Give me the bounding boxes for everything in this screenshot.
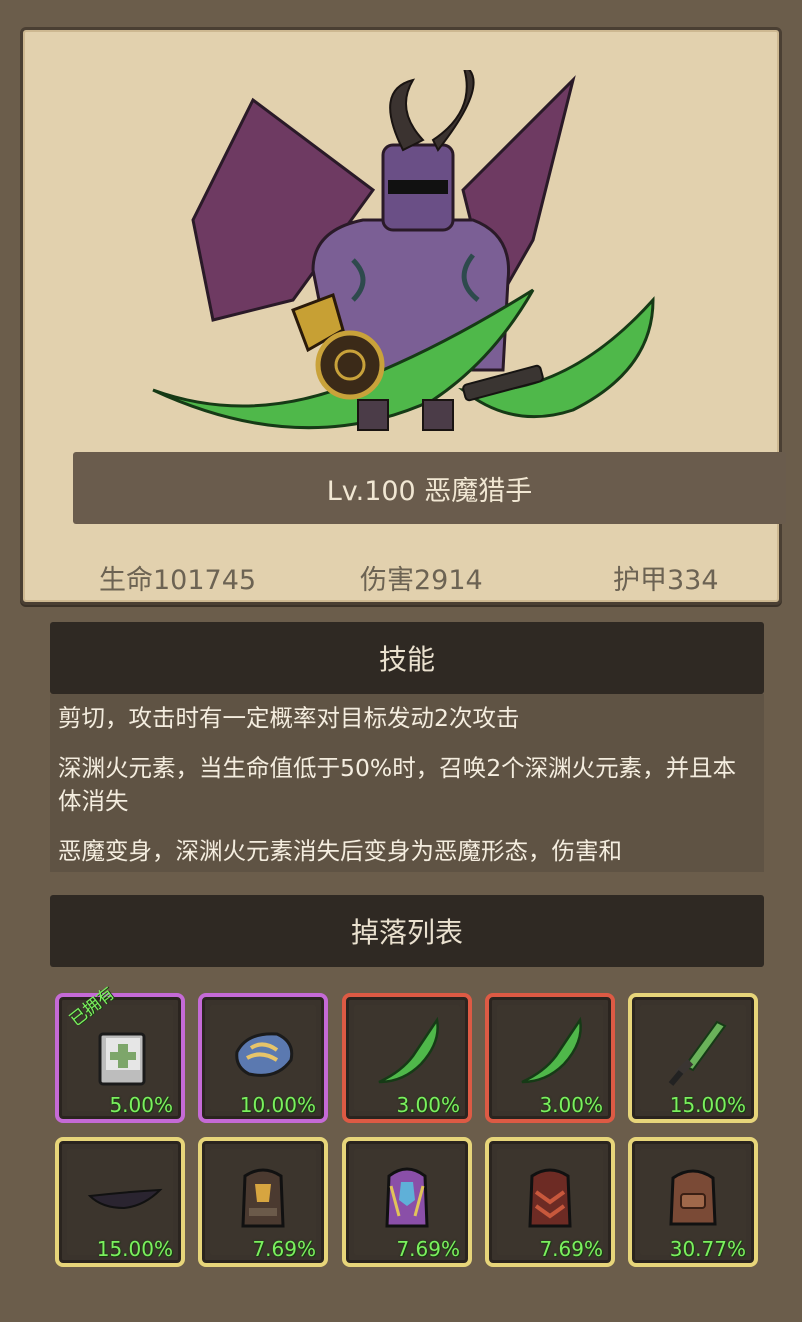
drop-slot[interactable]: 7.69% [485,1137,615,1267]
green-sword-icon [668,1020,727,1086]
skill-book-icon [98,1032,146,1086]
drop-slot[interactable]: 15.00% [628,993,758,1123]
bronze-armor-icon [241,1168,285,1228]
demon-hunter-portrait [152,70,655,431]
warglaive-icon [521,1016,582,1084]
leather-armor-icon [669,1169,717,1226]
dark-blade-icon [87,1188,163,1210]
drop-chance: 7.69% [252,1237,316,1261]
red-armor-icon [528,1168,572,1228]
boss-card: Lv.100 恶魔猎手 生命101745 伤害2914 护甲334 [20,27,786,605]
stat-armor: 护甲334 [613,565,719,596]
boss-name-bar: Lv.100 恶魔猎手 [73,452,786,524]
skills-title: 技能 [378,643,435,676]
rune-stone-icon [235,1032,294,1077]
drop-chance: 15.00% [669,1093,746,1117]
boss-name: Lv.100 恶魔猎手 [326,475,533,507]
drop-grid: 已拥有 5.00% 10.00% 3.00% 3.00% 15.00% 15.0… [55,984,765,1269]
skill-text: 恶魔变身，深渊火元素消失后变身为恶魔形态，伤害和 [58,837,622,865]
drop-slot[interactable]: 10.00% [198,993,328,1123]
drop-slot[interactable]: 7.69% [342,1137,472,1267]
skills-header: 技能 [50,622,764,694]
drops-title: 掉落列表 [350,916,463,949]
drop-slot[interactable]: 已拥有 5.00% [55,984,185,1123]
boss-stats: 生命101745 伤害2914 护甲334 [45,540,761,610]
drop-chance: 7.69% [539,1237,603,1261]
stat-damage: 伤害2914 [360,565,483,596]
warglaive-icon [378,1016,439,1084]
purple-armor-icon [385,1167,429,1228]
drop-slot[interactable]: 30.77% [628,1137,758,1267]
stat-hp: 生命101745 [99,565,257,596]
drops-header: 掉落列表 [50,895,764,967]
drop-chance: 15.00% [96,1237,173,1261]
drop-chance: 10.00% [239,1093,316,1117]
drop-slot[interactable]: 3.00% [342,993,472,1123]
drop-chance: 7.69% [396,1237,460,1261]
drop-slot[interactable]: 15.00% [55,1137,185,1267]
drop-chance: 3.00% [396,1093,460,1117]
drop-chance: 5.00% [109,1093,173,1117]
skills-list[interactable]: 剪切，攻击时有一定概率对目标发动2次攻击 深渊火元素，当生命值低于50%时，召唤… [50,694,764,872]
drop-slot[interactable]: 3.00% [485,993,615,1123]
drop-chance: 30.77% [669,1237,746,1261]
skill-text: 剪切，攻击时有一定概率对目标发动2次攻击 [58,704,520,732]
drop-chance: 3.00% [539,1093,603,1117]
skill-text: 深渊火元素，当生命值低于50%时，召唤2个深渊火元素，并且本体消失 [58,754,737,815]
drop-slot[interactable]: 7.69% [198,1137,328,1267]
